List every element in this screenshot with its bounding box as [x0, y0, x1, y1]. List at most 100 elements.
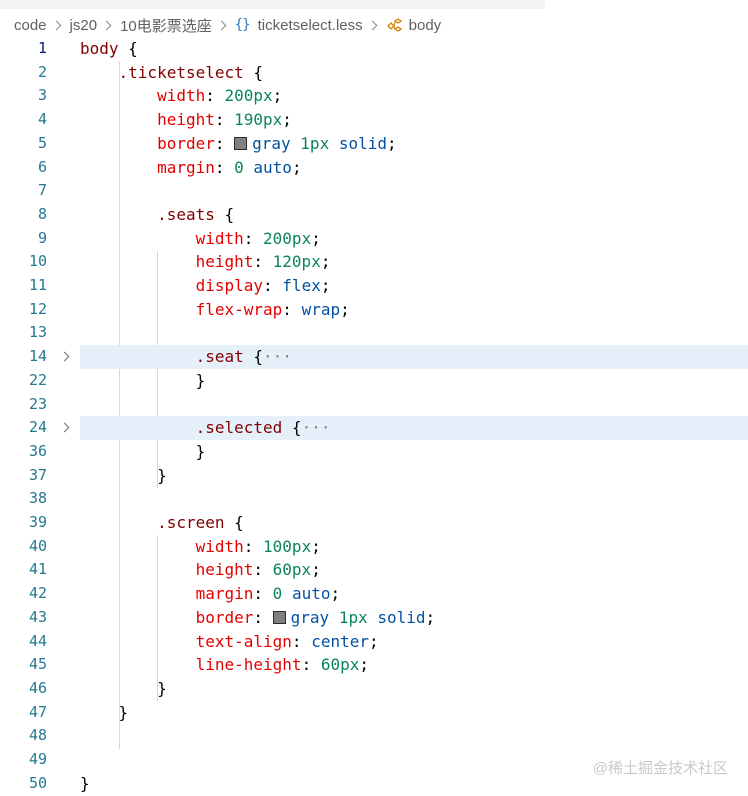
chevron-right-icon: [101, 20, 112, 30]
code-line[interactable]: 1 body {: [0, 37, 748, 61]
folded-ellipsis[interactable]: ···: [302, 418, 331, 437]
line-number: 11: [28, 276, 47, 294]
code-token: :: [243, 536, 264, 556]
code-token: gray: [252, 133, 291, 153]
code-line[interactable]: 2 .ticketselect {: [0, 61, 748, 85]
fold-chevron-icon[interactable]: [59, 351, 70, 362]
code-token: }: [80, 773, 90, 793]
code-line[interactable]: 12 flex-wrap: wrap;: [0, 298, 748, 322]
code-line[interactable]: 3 width: 200px;: [0, 84, 748, 108]
code-token: ;: [311, 228, 321, 248]
code-token: auto: [291, 584, 331, 604]
breadcrumb-label: body: [408, 16, 442, 34]
breadcrumb-item-code[interactable]: code: [14, 17, 47, 34]
folded-ellipsis[interactable]: ···: [263, 347, 292, 366]
code-line[interactable]: 6 margin: 0 auto;: [0, 156, 748, 180]
line-number: 4: [37, 110, 47, 129]
code-token: 1px: [338, 607, 368, 627]
code-line[interactable]: 46 }: [0, 677, 748, 701]
line-number: 10: [28, 252, 47, 271]
line-number: 38: [28, 489, 47, 508]
line-number: 13: [28, 323, 47, 342]
code-token: :: [243, 228, 264, 248]
code-token: .seat: [195, 347, 244, 367]
fold-chevron-icon[interactable]: [59, 422, 70, 433]
code-line[interactable]: 23: [0, 393, 748, 417]
line-number: 50: [28, 773, 47, 792]
code-token: 200px: [224, 86, 273, 106]
code-line[interactable]: 4 height: 190px;: [0, 108, 748, 132]
line-number: 43: [28, 607, 47, 626]
code-text: height: 60px;: [80, 558, 321, 582]
code-line[interactable]: 13: [0, 321, 748, 345]
code-text: width: 200px;: [80, 84, 282, 108]
code-line[interactable]: 43 border: gray 1px solid;: [0, 606, 748, 630]
breadcrumb-item-js20[interactable]: js20: [70, 17, 98, 34]
code-token: margin: [195, 584, 254, 604]
breadcrumb-item-symbol[interactable]: body: [386, 16, 442, 34]
breadcrumb-label: code: [14, 16, 47, 34]
code-line[interactable]: 37 }: [0, 464, 748, 488]
code-line[interactable]: 45 line-height: 60px;: [0, 653, 748, 677]
code-line[interactable]: 11 display: flex;: [0, 274, 748, 298]
code-line[interactable]: 22 }: [0, 369, 748, 393]
code-token: ;: [330, 584, 341, 604]
code-token: ;: [425, 607, 436, 627]
code-token: {: [243, 347, 264, 367]
code-token: .ticketselect: [118, 62, 244, 82]
color-swatch-icon[interactable]: [272, 610, 286, 624]
breadcrumb-item-folder[interactable]: 10电影票选座: [120, 15, 212, 36]
line-number: 2: [37, 62, 47, 81]
color-swatch-icon[interactable]: [234, 136, 248, 150]
code-token: {: [282, 418, 302, 438]
code-line[interactable]: 39 .screen {: [0, 511, 748, 535]
symbol-class-icon: [386, 17, 403, 33]
code-text: .selected {···: [80, 416, 331, 440]
code-token: :: [253, 252, 273, 272]
active-tab[interactable]: [545, 0, 748, 9]
code-line[interactable]: 14 .seat {···: [0, 345, 748, 369]
breadcrumb-item-file[interactable]: {} ticketselect.less: [235, 17, 363, 34]
code-token: 100px: [263, 536, 312, 556]
code-line[interactable]: 36 }: [0, 440, 748, 464]
code-line[interactable]: 44 text-align: center;: [0, 630, 748, 654]
code-line[interactable]: 41 height: 60px;: [0, 558, 748, 582]
code-text: }: [80, 369, 206, 393]
line-number: 46: [28, 678, 47, 697]
line-number: 36: [28, 441, 47, 460]
code-text: height: 120px;: [80, 250, 331, 274]
code-editor[interactable]: 1 body {2 .ticketselect {3 width: 200px; 4…: [0, 37, 748, 796]
code-token: :: [263, 276, 283, 295]
line-number: 6: [37, 157, 47, 176]
code-line[interactable]: 47 }: [0, 701, 748, 725]
editor-tab-strip: [0, 0, 748, 9]
code-line[interactable]: 5 border: gray 1px solid;: [0, 132, 748, 156]
code-line[interactable]: 8 .seats {: [0, 203, 748, 227]
code-token: {: [118, 39, 138, 58]
line-number: 44: [28, 631, 47, 650]
code-line[interactable]: 7: [0, 179, 748, 203]
code-token: height: [195, 252, 254, 272]
code-line[interactable]: 24 .selected {···: [0, 416, 748, 440]
code-line[interactable]: 9 width: 200px;: [0, 227, 748, 251]
code-line[interactable]: 38: [0, 487, 748, 511]
code-line[interactable]: 42 margin: 0 auto;: [0, 582, 748, 606]
code-line[interactable]: 10 height: 120px;: [0, 250, 748, 274]
code-line[interactable]: 48: [0, 724, 748, 748]
chevron-right-icon: [51, 20, 61, 30]
code-token: 0: [272, 584, 283, 604]
code-line[interactable]: 40 width: 100px;: [0, 535, 748, 559]
